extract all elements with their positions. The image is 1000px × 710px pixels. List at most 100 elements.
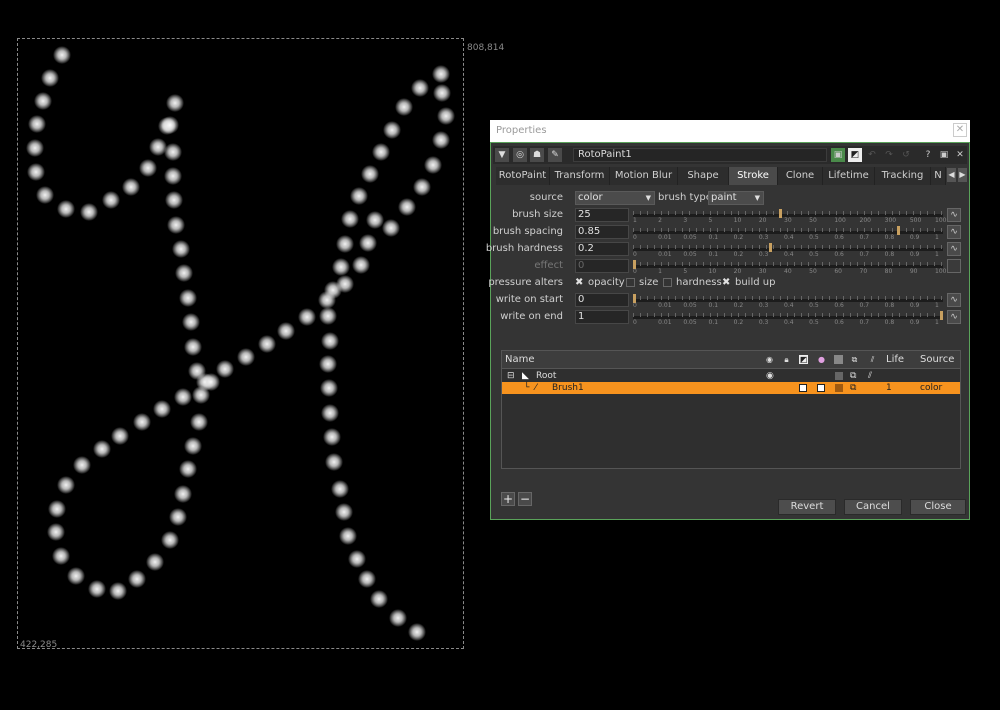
- help-icon[interactable]: ?: [921, 148, 935, 162]
- node-name-field[interactable]: RotoPaint1: [573, 148, 827, 162]
- slider-handle[interactable]: [896, 226, 900, 235]
- hardness-checkbox[interactable]: [663, 278, 672, 287]
- tab-scroll-right-icon[interactable]: ▶: [958, 168, 967, 182]
- tab-stroke[interactable]: Stroke: [729, 167, 778, 185]
- size-checkbox[interactable]: [626, 278, 635, 287]
- slider-tick-label: 0.7: [859, 302, 870, 309]
- collapse-arrow-icon[interactable]: ▼: [495, 148, 509, 162]
- animation-curve-icon[interactable]: ∿: [947, 225, 961, 239]
- visibility-icon[interactable]: ◉: [766, 370, 774, 382]
- build-up-checkbox[interactable]: ✖: [722, 278, 731, 288]
- color-wheel-icon[interactable]: ●: [817, 355, 826, 364]
- bbox-top-right-coord: 808,814: [467, 43, 505, 53]
- tree-row-brush1[interactable]: └ ⁄ Brush1 ⧉ 1 color: [502, 382, 960, 394]
- slider-tick-label: 0.1: [708, 302, 719, 309]
- paint-stroke-canvas[interactable]: [0, 0, 470, 660]
- source-column-header[interactable]: Source: [920, 354, 954, 365]
- close-window-icon[interactable]: ✕: [953, 123, 967, 137]
- node-swatch-icon[interactable]: ◩: [848, 148, 862, 162]
- brush-hardness-field[interactable]: 0.2: [575, 242, 629, 256]
- name-column-header[interactable]: Name: [505, 354, 535, 365]
- brush-spacing-field[interactable]: 0.85: [575, 225, 629, 239]
- brush-dab: [437, 107, 455, 125]
- lock-icon[interactable]: 🔒︎: [782, 355, 791, 364]
- overlay-icon[interactable]: [834, 355, 843, 364]
- bug-icon[interactable]: ☗: [530, 148, 544, 162]
- revert-button[interactable]: Revert: [778, 499, 836, 515]
- motion-blur-icon[interactable]: ⫽: [868, 370, 872, 382]
- brush-dab: [359, 234, 377, 252]
- float-panel-icon[interactable]: ▣: [937, 148, 951, 162]
- tab-clone[interactable]: Clone: [778, 167, 823, 185]
- brush-dab: [320, 379, 338, 397]
- remove-button[interactable]: −: [518, 492, 532, 506]
- brush-type-dropdown[interactable]: paint ▼: [708, 191, 764, 205]
- brush-dab: [166, 94, 184, 112]
- slider-handle[interactable]: [769, 243, 773, 252]
- overlay-swatch[interactable]: [835, 372, 843, 380]
- stroke-tree[interactable]: Name ◉ 🔒︎ ◩ ● ⧉ ⫽ Life Source ⊟ ◣ Root ◉…: [501, 350, 961, 469]
- opacity-checkbox[interactable]: ✖: [575, 278, 584, 288]
- animation-curve-icon[interactable]: ∿: [947, 293, 961, 307]
- brush-dab: [298, 308, 316, 326]
- animation-curve-icon[interactable]: ∿: [947, 208, 961, 222]
- motion-blur-icon[interactable]: ⫽: [868, 355, 877, 364]
- slider-handle[interactable]: [940, 311, 943, 320]
- brush-dab: [73, 456, 91, 474]
- invert-icon[interactable]: ◩: [799, 355, 808, 364]
- clone-icon[interactable]: ⧉: [850, 355, 859, 364]
- tab-motion-blur[interactable]: Motion Blur: [610, 167, 678, 185]
- brush-type-value: paint: [711, 192, 737, 203]
- brush-dab: [179, 289, 197, 307]
- brush-hardness-slider[interactable]: 0 0.01 0.05 0.1 0.2 0.3 0.4 0.5 0.6 0.7 0.8 0.9 1: [633, 242, 943, 258]
- brush-size-field[interactable]: 25: [575, 208, 629, 222]
- tab-lifetime[interactable]: Lifetime: [823, 167, 875, 185]
- write-on-end-field[interactable]: 1: [575, 310, 629, 324]
- close-panel-icon[interactable]: ✕: [953, 148, 967, 162]
- tree-branch-icon: └: [524, 383, 530, 393]
- write-on-start-slider[interactable]: 0 0.01 0.05 0.1 0.2 0.3 0.4 0.5 0.6 0.7 0.8 0.9 1: [633, 293, 943, 309]
- slider-handle[interactable]: [778, 209, 782, 218]
- cancel-button[interactable]: Cancel: [844, 499, 902, 515]
- clone-icon[interactable]: ⧉: [850, 382, 856, 394]
- redo-icon[interactable]: ↷: [882, 148, 896, 162]
- write-on-start-field[interactable]: 0: [575, 293, 629, 307]
- color-swatch[interactable]: [817, 384, 825, 392]
- undo-icon[interactable]: ↶: [865, 148, 879, 162]
- center-node-icon[interactable]: ◎: [513, 148, 527, 162]
- slider-handle[interactable]: [633, 294, 636, 303]
- brush-hardness-label: brush hardness: [485, 243, 563, 254]
- brush-size-slider[interactable]: 1 2 3 5 10 20 30 50 100 200 300 500 1000: [633, 208, 950, 224]
- brush-dab: [370, 590, 388, 608]
- visibility-icon[interactable]: ◉: [765, 355, 774, 364]
- add-button[interactable]: +: [501, 492, 515, 506]
- tab-transform[interactable]: Transform: [550, 167, 610, 185]
- invert-swatch[interactable]: [799, 384, 807, 392]
- animation-curve-icon[interactable]: ∿: [947, 242, 961, 256]
- tree-row-root[interactable]: ⊟ ◣ Root ◉ ⧉ ⫽: [502, 370, 960, 382]
- expand-minus-icon[interactable]: ⊟: [507, 370, 515, 382]
- source-dropdown[interactable]: color ▼: [575, 191, 655, 205]
- tab-overflow[interactable]: N: [931, 167, 946, 185]
- tab-shape[interactable]: Shape: [678, 167, 729, 185]
- tab-tracking[interactable]: Tracking: [875, 167, 931, 185]
- close-button[interactable]: Close: [910, 499, 966, 515]
- brush-dab: [325, 453, 343, 471]
- brush-spacing-slider[interactable]: 0 0.01 0.05 0.1 0.2 0.3 0.4 0.5 0.6 0.7 0.8 0.9 1: [633, 225, 943, 241]
- write-on-end-slider[interactable]: 0 0.01 0.05 0.1 0.2 0.3 0.4 0.5 0.6 0.7 0.8 0.9 1: [633, 310, 943, 326]
- animation-curve-icon[interactable]: ∿: [947, 310, 961, 324]
- slider-handle[interactable]: [633, 260, 636, 269]
- revert-knob-icon[interactable]: ↺: [899, 148, 913, 162]
- overlay-swatch[interactable]: [835, 384, 843, 392]
- tab-scroll-left-icon[interactable]: ◀: [947, 168, 956, 182]
- tab-rotopaint[interactable]: RotoPaint: [496, 167, 550, 185]
- brush-dab: [237, 348, 255, 366]
- slider-tick-label: 0.3: [758, 234, 769, 241]
- brush-dab: [164, 143, 182, 161]
- clone-icon[interactable]: ⧉: [850, 370, 856, 382]
- life-column-header[interactable]: Life: [886, 354, 904, 365]
- node-color-icon[interactable]: ▣: [831, 148, 845, 162]
- wrench-icon[interactable]: ✎: [548, 148, 562, 162]
- effect-field: 0: [575, 259, 629, 273]
- slider-tick-label: 30: [758, 268, 767, 275]
